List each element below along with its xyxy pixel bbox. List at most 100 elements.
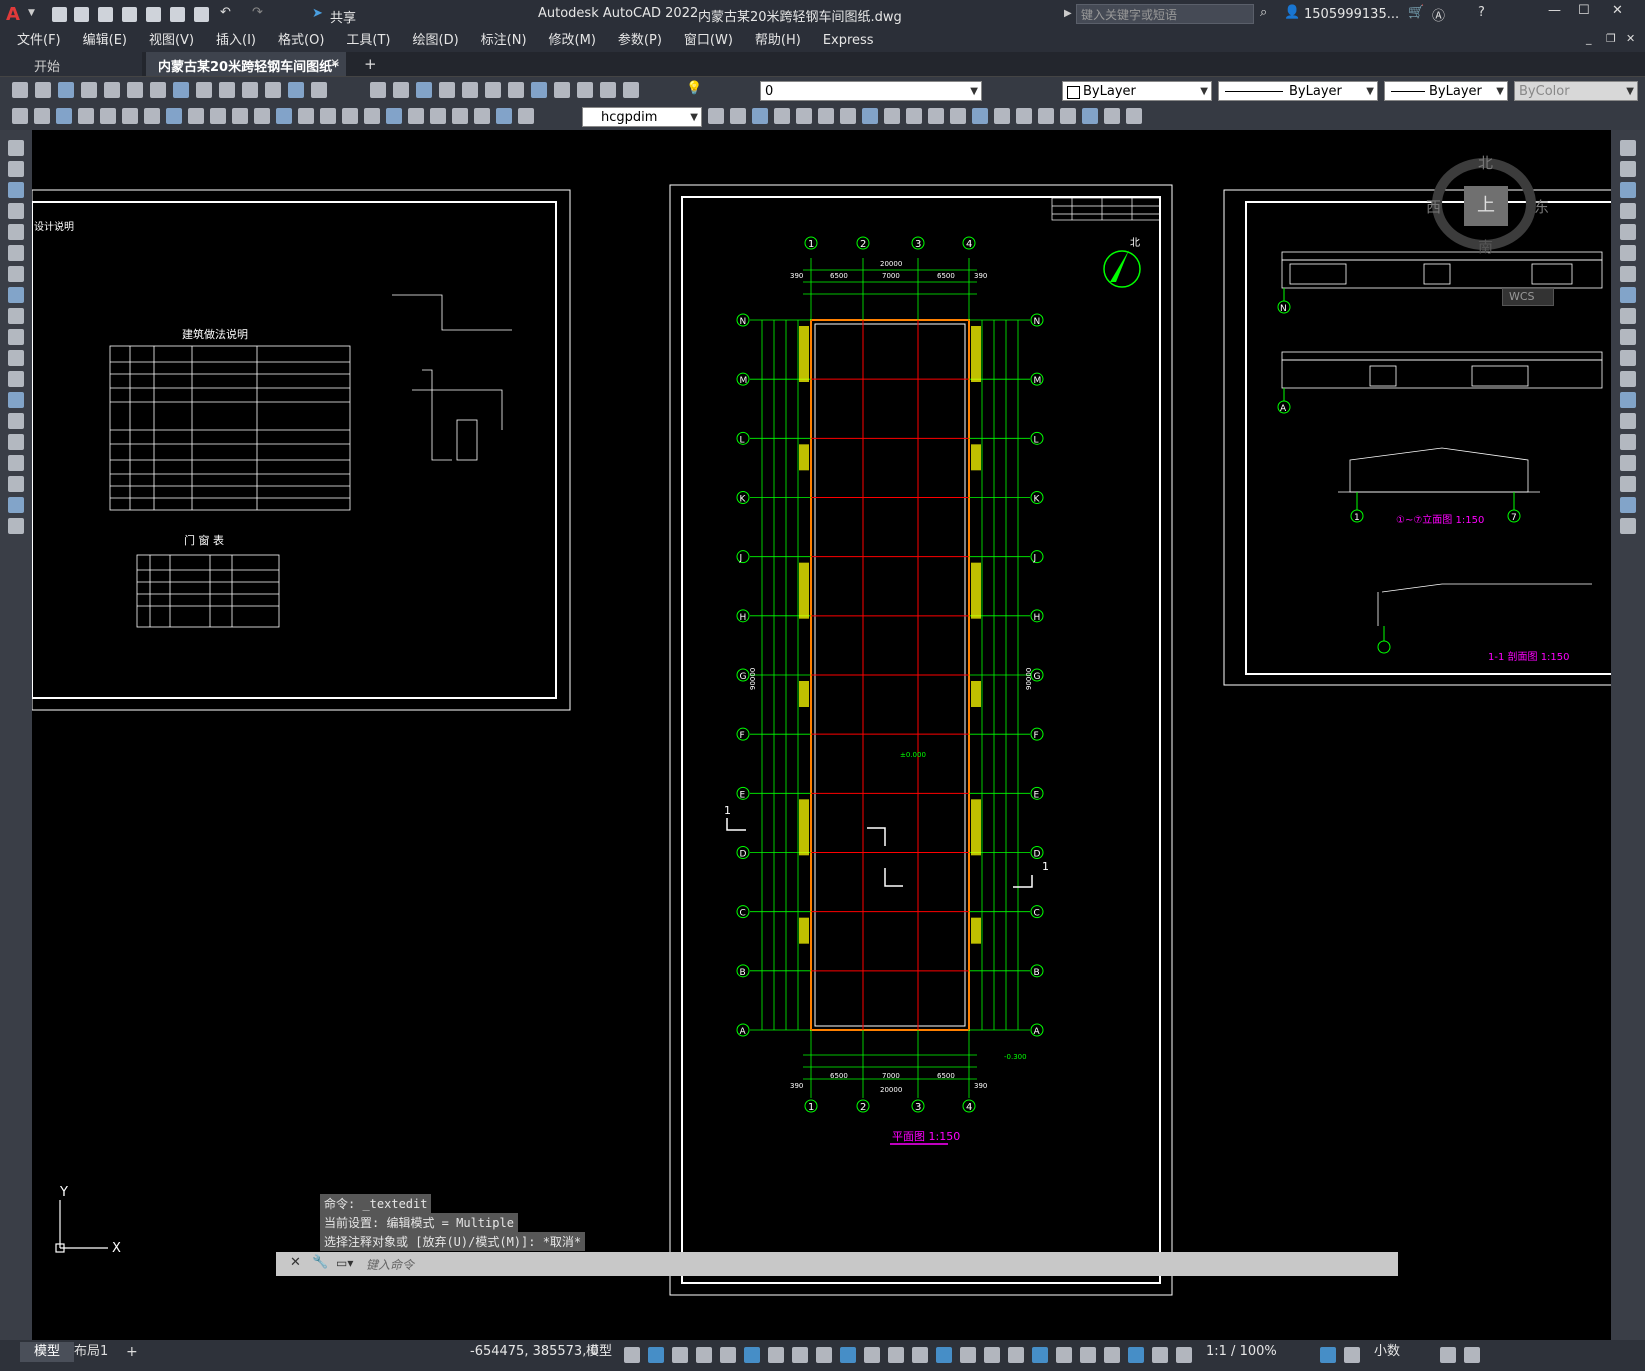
view-tool-0-icon[interactable]: [370, 82, 386, 98]
status-toggle-21-icon[interactable]: [1128, 1347, 1144, 1363]
status-toggle-34-icon[interactable]: [1440, 1347, 1456, 1363]
draw-tool-18-icon[interactable]: [8, 518, 24, 534]
draw-tool-14-icon[interactable]: [8, 434, 24, 450]
tab-start[interactable]: 开始: [0, 52, 142, 76]
status-toggle-35-icon[interactable]: [1464, 1347, 1480, 1363]
std-tool-1-icon[interactable]: [35, 82, 51, 98]
status-toggle-6-icon[interactable]: [768, 1347, 784, 1363]
status-toggle-9-icon[interactable]: [840, 1347, 856, 1363]
annotation-scale[interactable]: 1:1 / 100%: [1206, 1336, 1277, 1367]
status-toggle-13-icon[interactable]: [936, 1347, 952, 1363]
maximize-button[interactable]: ☐: [1578, 3, 1590, 18]
modify-tool-16-icon[interactable]: [1620, 476, 1636, 492]
modify-tool-6-icon[interactable]: [1620, 266, 1636, 282]
dim-tool-3-icon[interactable]: [78, 108, 94, 124]
menu-item-0[interactable]: 文件(F): [6, 30, 72, 52]
status-toggle-19-icon[interactable]: [1080, 1347, 1096, 1363]
search-icon[interactable]: ⌕: [1260, 5, 1267, 20]
layer-dropdown[interactable]: 0 ▼: [760, 81, 982, 101]
status-toggle-5-icon[interactable]: [744, 1347, 760, 1363]
edit-tool-4-icon[interactable]: [796, 108, 812, 124]
draw-tool-10-icon[interactable]: [8, 350, 24, 366]
std-tool-12-icon[interactable]: [288, 82, 304, 98]
status-toggle-12-icon[interactable]: [912, 1347, 928, 1363]
draw-tool-4-icon[interactable]: [8, 224, 24, 240]
dim-tool-7-icon[interactable]: [166, 108, 182, 124]
std-tool-0-icon[interactable]: [12, 82, 28, 98]
status-toggle-17-icon[interactable]: [1032, 1347, 1048, 1363]
draw-tool-0-icon[interactable]: [8, 140, 24, 156]
edit-tool-15-icon[interactable]: [1038, 108, 1054, 124]
std-tool-2-icon[interactable]: [58, 82, 74, 98]
edit-tool-18-icon[interactable]: [1104, 108, 1120, 124]
menu-item-4[interactable]: 格式(O): [267, 30, 335, 52]
dim-tool-21-icon[interactable]: [474, 108, 490, 124]
std-tool-5-icon[interactable]: [127, 82, 143, 98]
edit-tool-11-icon[interactable]: [950, 108, 966, 124]
draw-tool-1-icon[interactable]: [8, 161, 24, 177]
draw-tool-6-icon[interactable]: [8, 266, 24, 282]
tab-active-drawing[interactable]: 内蒙古某20米跨轻钢车间图纸* ✕: [146, 52, 346, 76]
dim-tool-16-icon[interactable]: [364, 108, 380, 124]
command-recent-icon[interactable]: ▭▾: [336, 1256, 353, 1270]
status-toggle-29-icon[interactable]: [1320, 1347, 1336, 1363]
draw-tool-7-icon[interactable]: [8, 287, 24, 303]
modify-tool-3-icon[interactable]: [1620, 203, 1636, 219]
help-icon[interactable]: ?: [1478, 5, 1485, 20]
modify-tool-17-icon[interactable]: [1620, 497, 1636, 513]
view-tool-2-icon[interactable]: [416, 82, 432, 98]
std-tool-3-icon[interactable]: [81, 82, 97, 98]
color-dropdown[interactable]: ByLayer ▼: [1062, 81, 1212, 101]
menu-item-2[interactable]: 视图(V): [138, 30, 205, 52]
view-tool-6-icon[interactable]: [508, 82, 524, 98]
command-close-icon[interactable]: ✕: [290, 1255, 301, 1270]
share-button[interactable]: 共享: [330, 7, 356, 26]
cart-icon[interactable]: 🛒: [1408, 5, 1424, 20]
doc-restore-button[interactable]: ❐: [1606, 32, 1616, 45]
dim-tool-14-icon[interactable]: [320, 108, 336, 124]
menu-item-6[interactable]: 绘图(D): [402, 30, 470, 52]
view-tool-9-icon[interactable]: [577, 82, 593, 98]
modify-tool-14-icon[interactable]: [1620, 434, 1636, 450]
lineweight-dropdown[interactable]: ByLayer ▼: [1384, 81, 1508, 101]
modify-tool-5-icon[interactable]: [1620, 245, 1636, 261]
view-tool-4-icon[interactable]: [462, 82, 478, 98]
std-tool-9-icon[interactable]: [219, 82, 235, 98]
view-tool-1-icon[interactable]: [393, 82, 409, 98]
model-space-toggle[interactable]: 模型: [586, 1336, 612, 1367]
std-tool-4-icon[interactable]: [104, 82, 120, 98]
modify-tool-8-icon[interactable]: [1620, 308, 1636, 324]
viewcube-south[interactable]: 南: [1478, 236, 1493, 257]
edit-tool-0-icon[interactable]: [708, 108, 724, 124]
dim-tool-23-icon[interactable]: [518, 108, 534, 124]
menu-item-5[interactable]: 工具(T): [335, 30, 401, 52]
modify-tool-15-icon[interactable]: [1620, 455, 1636, 471]
viewcube-east[interactable]: 东: [1534, 196, 1549, 217]
modify-tool-11-icon[interactable]: [1620, 371, 1636, 387]
plot-icon[interactable]: [194, 7, 209, 22]
dim-tool-10-icon[interactable]: [232, 108, 248, 124]
dim-tool-2-icon[interactable]: [56, 108, 72, 124]
layout-tab-model[interactable]: 模型: [20, 1342, 74, 1362]
status-toggle-1-icon[interactable]: [648, 1347, 664, 1363]
draw-tool-8-icon[interactable]: [8, 308, 24, 324]
menu-item-10[interactable]: 窗口(W): [673, 30, 744, 52]
save-web-icon[interactable]: [170, 7, 185, 22]
status-toggle-2-icon[interactable]: [672, 1347, 688, 1363]
dim-tool-1-icon[interactable]: [34, 108, 50, 124]
dim-tool-20-icon[interactable]: [452, 108, 468, 124]
edit-tool-17-icon[interactable]: [1082, 108, 1098, 124]
status-toggle-10-icon[interactable]: [864, 1347, 880, 1363]
viewcube-north[interactable]: 北: [1478, 152, 1493, 173]
edit-tool-10-icon[interactable]: [928, 108, 944, 124]
doc-minimize-button[interactable]: _: [1586, 32, 1592, 45]
new-layout-button[interactable]: +: [126, 1342, 138, 1362]
dim-tool-12-icon[interactable]: [276, 108, 292, 124]
autodesk-a360-icon[interactable]: Ⓐ: [1432, 5, 1445, 24]
modify-tool-0-icon[interactable]: [1620, 140, 1636, 156]
linetype-dropdown[interactable]: ByLayer ▼: [1218, 81, 1378, 101]
edit-tool-5-icon[interactable]: [818, 108, 834, 124]
std-tool-11-icon[interactable]: [265, 82, 281, 98]
std-tool-10-icon[interactable]: [242, 82, 258, 98]
viewcube-west[interactable]: 西: [1426, 196, 1441, 217]
